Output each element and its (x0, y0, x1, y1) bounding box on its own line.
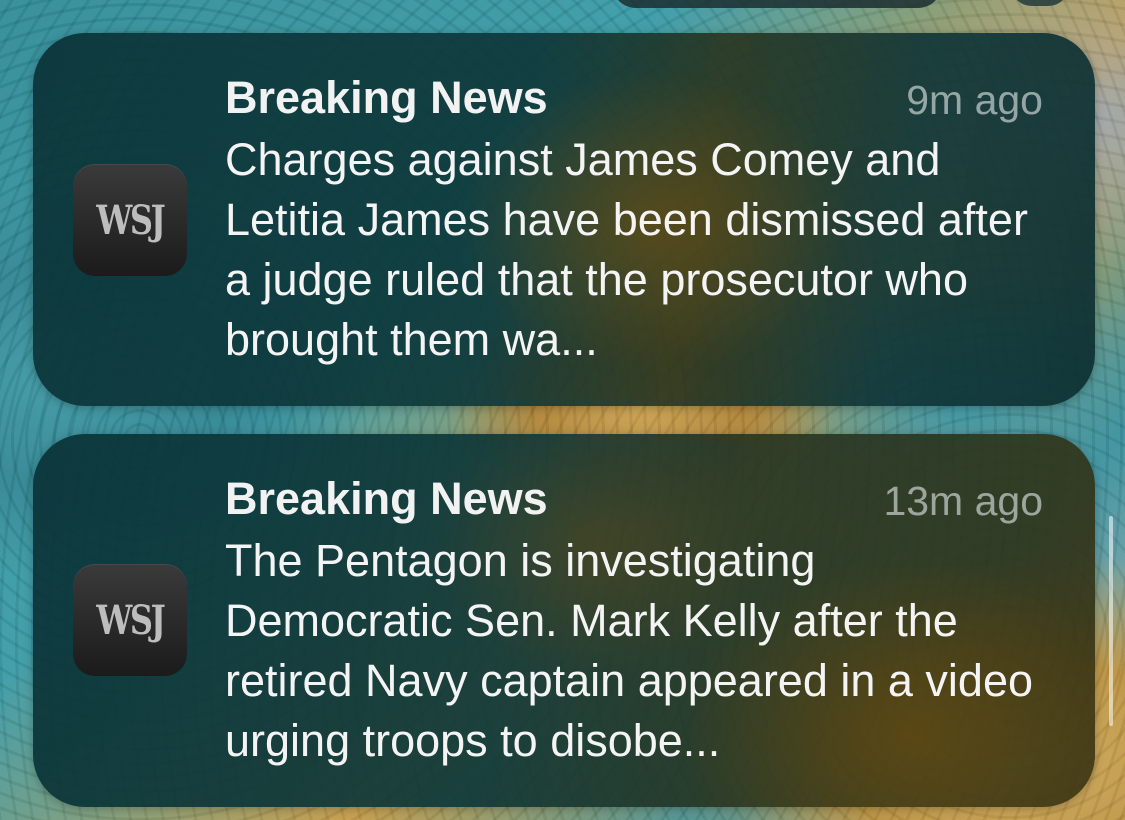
wsj-app-icon: WSJ (73, 164, 187, 276)
wsj-logo-text: WSJ (96, 596, 165, 644)
notification-card[interactable]: WSJ Breaking News 9m ago Charges against… (33, 33, 1095, 406)
notification-body: The Pentagon is investigating Democratic… (225, 535, 1034, 766)
notification-time: 9m ago (906, 77, 1043, 123)
notification-time: 13m ago (883, 478, 1043, 524)
wsj-logo-text: WSJ (96, 196, 165, 244)
notification-body: Charges against James Comey and Letitia … (225, 134, 1028, 365)
wsj-app-icon: WSJ (73, 564, 187, 676)
notification-title: Breaking News (225, 473, 548, 524)
previous-notification-edge (612, 0, 942, 8)
notification-card[interactable]: WSJ Breaking News 13m ago The Pentagon i… (33, 434, 1095, 807)
scroll-indicator[interactable] (1109, 516, 1113, 726)
notification-title: Breaking News (225, 72, 548, 123)
